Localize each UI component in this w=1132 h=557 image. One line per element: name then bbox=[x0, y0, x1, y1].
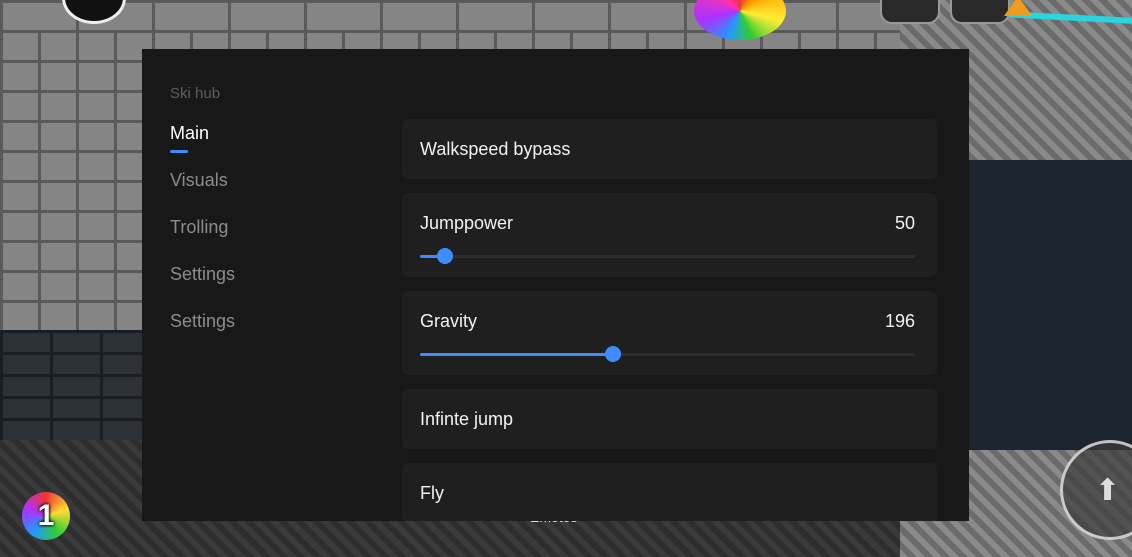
walkspeed-label: Walkspeed bypass bbox=[420, 139, 571, 159]
jumppower-value: 50 bbox=[894, 213, 915, 233]
top-button[interactable] bbox=[880, 0, 940, 24]
gravity-slider[interactable] bbox=[420, 346, 915, 362]
infinite-jump-label: Infinte jump bbox=[420, 409, 514, 429]
jumppower-label: Jumppower bbox=[420, 213, 514, 233]
nav-item-visuals[interactable]: Visuals bbox=[170, 168, 235, 215]
infinite-jump-toggle[interactable]: Infinte jump bbox=[402, 389, 937, 449]
gravity-value: 196 bbox=[884, 311, 915, 331]
nav-item-settings-2[interactable]: Settings bbox=[170, 309, 235, 356]
active-tab-indicator bbox=[170, 150, 188, 153]
sidebar-nav: Main Visuals Trolling Settings Settings bbox=[170, 121, 235, 356]
slider-fill bbox=[420, 353, 614, 356]
nav-item-label: Main bbox=[170, 123, 210, 143]
walkspeed-toggle[interactable]: Walkspeed bypass bbox=[402, 119, 937, 179]
main-content: Walkspeed bypass Jumppower 50 Gravity 19… bbox=[402, 119, 937, 521]
nav-item-main[interactable]: Main bbox=[170, 121, 235, 168]
slider-thumb[interactable] bbox=[605, 346, 622, 362]
up-arrow-icon: ⬆ bbox=[1095, 473, 1121, 507]
nav-item-settings[interactable]: Settings bbox=[170, 262, 235, 309]
fly-toggle[interactable]: Fly bbox=[402, 463, 937, 521]
nav-item-label: Settings bbox=[170, 311, 236, 331]
gravity-label: Gravity bbox=[420, 311, 478, 331]
jumppower-slider[interactable] bbox=[420, 248, 915, 264]
hub-window: Ski hub Main Visuals Trolling Settings S… bbox=[142, 49, 969, 521]
hub-title: Ski hub bbox=[170, 85, 221, 102]
nav-item-trolling[interactable]: Trolling bbox=[170, 215, 235, 262]
cone-icon bbox=[1004, 0, 1032, 16]
fly-label: Fly bbox=[420, 483, 444, 503]
nav-item-label: Visuals bbox=[170, 170, 228, 190]
rank-badge[interactable]: 1 bbox=[22, 492, 70, 540]
jumppower-slider-card: Jumppower 50 bbox=[402, 193, 937, 277]
nav-item-label: Settings bbox=[170, 264, 236, 284]
gravity-slider-card: Gravity 196 bbox=[402, 291, 937, 375]
badge-number: 1 bbox=[37, 499, 55, 532]
nav-item-label: Trolling bbox=[170, 217, 229, 237]
top-button[interactable] bbox=[950, 0, 1010, 24]
slider-thumb[interactable] bbox=[436, 248, 453, 264]
